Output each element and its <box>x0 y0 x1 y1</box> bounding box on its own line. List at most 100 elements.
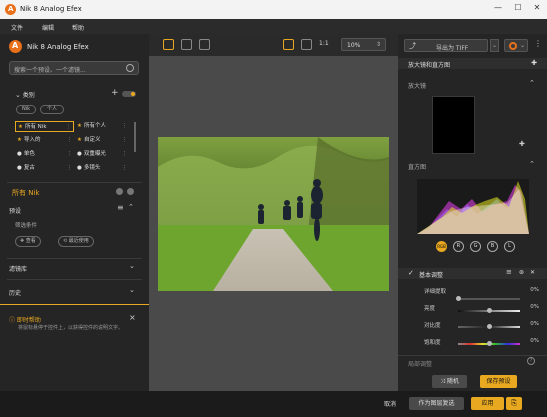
histogram-label: 直方图 <box>408 164 427 171</box>
left-panel: A Nik 8 Analog Efex 搜索一个预设、一个滤镜... ⌄ 类别 … <box>0 34 149 391</box>
export-select[interactable]: ⤴ 导出为 TIFF <box>404 39 488 52</box>
zoom-select[interactable]: 10% ⇕ <box>341 38 386 51</box>
menu-lines-icon[interactable]: ≡ <box>117 203 124 212</box>
slider-contrast-track[interactable] <box>458 324 520 329</box>
preview-toolbar: 1:1 10% ⇕ <box>149 34 398 56</box>
category-mono[interactable]: ● 单色 ⋮ <box>15 149 74 160</box>
loupe-label: 放大镜 <box>408 83 427 90</box>
updown-icon: ⇕ <box>375 41 381 48</box>
help-text: 将鼠标悬停于控件上，以获得控件的说明文字。 <box>18 325 124 331</box>
grid-scrollbar[interactable] <box>134 122 136 152</box>
close-help-icon[interactable]: × <box>129 313 136 322</box>
save-preset-button[interactable]: 保存预设 <box>480 375 517 388</box>
search-icon[interactable] <box>126 64 134 72</box>
presets-label: 预设 <box>9 208 22 215</box>
menu-file[interactable]: 文件 <box>11 23 23 32</box>
star-icon: ★ <box>77 123 82 129</box>
right-panel: ⤴ 导出为 TIFF ⌄ ⌄ ⋮ 放大镜和直方图 ✚ 放大镜 ⌃ ✚ 直方图 ⌃… <box>398 34 547 391</box>
window-title: Nik 8 Analog Efex <box>20 5 82 13</box>
histogram-chart <box>417 179 529 234</box>
channel-b[interactable]: B <box>487 241 498 252</box>
star-icon: ★ <box>17 137 22 143</box>
apply-button[interactable]: 应用 <box>471 397 504 410</box>
chip-nik[interactable]: Nik <box>16 105 36 114</box>
category-all-nik[interactable]: ★ 所有 Nik ⋮ <box>15 121 74 132</box>
category-multi-lens[interactable]: ● 多镜头 ⋮ <box>77 163 129 174</box>
info-icon: ⓘ <box>9 317 17 324</box>
random-button[interactable]: ⤨ 随机 <box>432 375 467 388</box>
category-all-personal[interactable]: ★ 所有个人 ⋮ <box>77 121 129 132</box>
close-button[interactable]: ✕ <box>530 3 544 15</box>
chevron-down-icon[interactable]: ⌄ <box>129 262 135 270</box>
single-view-icon[interactable] <box>163 39 174 50</box>
export-dropdown-button[interactable]: ⌄ <box>490 39 499 52</box>
categories-label: ⌄ 类别 <box>15 91 35 99</box>
minimize-button[interactable]: — <box>491 3 505 15</box>
settings-icon[interactable] <box>127 188 134 195</box>
fill-icon[interactable] <box>301 39 312 50</box>
bottom-bar: 取消 作为图层复选 应用 ⎘ <box>0 391 547 417</box>
pin-icon: ✚ <box>531 59 537 67</box>
menu-edit[interactable]: 编辑 <box>42 23 54 32</box>
close-icon: ✕ <box>530 269 536 276</box>
chip-personal[interactable]: 个人 <box>40 105 64 114</box>
dot-icon: ● <box>17 165 22 171</box>
copy-layer-button[interactable]: 作为图层复选 <box>409 397 464 410</box>
add-icon[interactable] <box>116 188 123 195</box>
chevron-down-icon[interactable]: ⌄ <box>129 286 135 294</box>
star-icon: ★ <box>77 137 82 143</box>
cancel-button[interactable]: 取消 <box>384 399 396 408</box>
title-bar: A Nik 8 Analog Efex — ☐ ✕ <box>0 0 547 19</box>
add-condition-label: 筛选条件 <box>15 223 38 229</box>
loupe-header: 放大镜和直方图 ✚ <box>398 58 547 69</box>
apply-options-icon[interactable]: ⎘ <box>506 397 522 410</box>
toggle-switch[interactable] <box>122 91 136 97</box>
menu-help[interactable]: 帮助 <box>72 23 84 32</box>
category-imported[interactable]: ★ 导入的 ⋮ <box>15 135 74 146</box>
chevron-up-icon[interactable]: ⌃ <box>529 160 535 168</box>
preview-area: 1:1 10% ⇕ <box>149 34 398 391</box>
ratio-label[interactable]: 1:1 <box>319 40 329 47</box>
add-category-icon[interactable]: + <box>111 88 119 98</box>
channel-rgb[interactable]: RGB <box>436 241 447 252</box>
preset-icon-select[interactable]: ⌄ <box>504 39 528 52</box>
channel-g[interactable]: G <box>470 241 481 252</box>
dot-icon: ● <box>77 151 82 157</box>
more-icon[interactable]: ⋮ <box>534 39 542 48</box>
shuffle-icon: ⤨ <box>440 378 447 385</box>
local-adjust-label: 局部调整 <box>408 361 433 368</box>
split-view-icon[interactable] <box>181 39 192 50</box>
category-double-exposure[interactable]: ● 双重曝光 ⋮ <box>77 149 129 160</box>
chevron-up-icon[interactable]: ⌃ <box>128 203 134 211</box>
channel-l[interactable]: L <box>504 241 515 252</box>
checkmark-icon: ✓ <box>408 269 414 277</box>
filmstrip-label: 滤镜库 <box>9 266 28 273</box>
brand-name: Nik 8 Analog Efex <box>27 43 89 51</box>
slider-brightness-track[interactable] <box>458 308 520 313</box>
search-input[interactable]: 搜索一个预设、一个滤镜... <box>9 61 139 75</box>
chevron-down-icon[interactable]: ⌄ <box>15 91 21 99</box>
channel-r[interactable]: R <box>453 241 464 252</box>
fit-screen-icon[interactable] <box>283 39 294 50</box>
preview-photo <box>158 137 389 291</box>
loupe-view[interactable] <box>432 96 475 154</box>
search-placeholder: 搜索一个预设、一个滤镜... <box>14 67 86 74</box>
chevron-up-icon[interactable]: ⌃ <box>529 79 535 87</box>
pill-recent[interactable]: ⟲ 最近使用 <box>58 236 94 247</box>
maximize-button[interactable]: ☐ <box>511 3 525 15</box>
basic-adjust-header: ✓ 基本调整 ≡ ⊛ ✕ <box>398 268 547 279</box>
history-label: 历史 <box>9 290 22 297</box>
star-icon: ★ <box>18 124 23 130</box>
help-title: ⓘ 即时帮助 <box>9 317 41 324</box>
slider-detail-track[interactable] <box>456 296 520 301</box>
pin-icon[interactable]: ✚ <box>519 140 525 148</box>
slider-saturation-track[interactable] <box>458 341 520 346</box>
reset-icon: ⊛ <box>519 269 525 276</box>
category-custom[interactable]: ★ 自定义 ⋮ <box>77 135 129 146</box>
category-vintage[interactable]: ● 复古 ⋮ <box>15 163 74 174</box>
all-nik-header: 所有 Nik <box>12 189 40 197</box>
help-icon[interactable]: ? <box>527 357 535 365</box>
dot-icon: ● <box>77 165 82 171</box>
pill-view[interactable]: ✚ 查看 <box>15 236 41 247</box>
compare-view-icon[interactable] <box>199 39 210 50</box>
